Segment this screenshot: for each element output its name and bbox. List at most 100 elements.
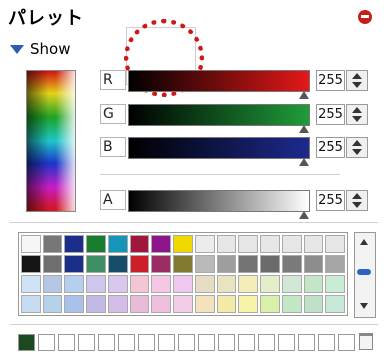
swatch-cell[interactable] [21,275,41,293]
swatch-cell[interactable] [86,255,106,273]
swatch-cell[interactable] [21,295,41,313]
swatch-cell[interactable] [216,235,237,253]
swatch-cell[interactable] [129,255,150,273]
swatch-cell[interactable] [194,235,215,253]
history-swatch[interactable] [118,334,135,351]
swatch-cell[interactable] [107,295,128,313]
swatch-cell[interactable] [216,295,237,313]
swatch-cell[interactable] [216,275,237,293]
swatch-cell[interactable] [173,255,193,273]
swatch-cell[interactable] [173,235,193,253]
swatch-cell[interactable] [42,275,63,293]
history-swatch[interactable] [78,334,95,351]
trash-icon[interactable] [359,333,373,350]
swatch-cell[interactable] [238,295,259,313]
color-spectrum[interactable] [26,70,76,212]
swatch-cell[interactable] [151,235,172,253]
history-swatch[interactable] [38,334,55,351]
swatch-cell[interactable] [42,235,63,253]
swatch-scrollbar[interactable] [354,232,376,318]
history-swatch[interactable] [258,334,275,351]
slider-thumb-a[interactable] [299,211,309,219]
swatch-cell[interactable] [303,255,324,273]
swatch-cell[interactable] [173,295,193,313]
history-swatch[interactable] [98,334,115,351]
history-swatch[interactable] [238,334,255,351]
swatch-cell[interactable] [86,295,106,313]
history-swatch[interactable] [158,334,175,351]
swatch-cell[interactable] [325,295,345,313]
swatch-cell[interactable] [303,295,324,313]
swatch-cell[interactable] [260,235,280,253]
swatch-cell[interactable] [129,275,150,293]
swatch-cell[interactable] [64,235,85,253]
history-swatch[interactable] [218,334,235,351]
swatch-cell[interactable] [64,295,85,313]
history-swatch[interactable] [318,334,335,351]
spinner-a[interactable] [346,190,368,211]
swatch-cell[interactable] [238,255,259,273]
history-swatch[interactable] [138,334,155,351]
swatch-cell[interactable] [129,235,150,253]
spinner-g[interactable] [346,104,368,125]
swatch-cell[interactable] [303,235,324,253]
swatch-cell[interactable] [238,275,259,293]
swatch-cell[interactable] [173,275,193,293]
scroll-thumb[interactable] [357,269,371,275]
swatch-cell[interactable] [281,255,302,273]
show-toggle[interactable]: Show [10,40,70,58]
spinner-r[interactable] [346,70,368,91]
swatch-cell[interactable] [281,275,302,293]
swatch-cell[interactable] [194,295,215,313]
slider-thumb-g[interactable] [299,125,309,133]
swatch-cell[interactable] [42,255,63,273]
swatch-cell[interactable] [194,275,215,293]
swatch-cell[interactable] [21,255,41,273]
swatch-cell[interactable] [260,275,280,293]
slider-r[interactable] [128,70,310,99]
swatch-cell[interactable] [216,255,237,273]
history-swatch[interactable] [18,334,35,351]
value-field-r[interactable]: 255 [316,70,345,91]
spinner-b[interactable] [346,137,368,158]
scroll-down-icon[interactable] [360,303,368,309]
swatch-cell[interactable] [86,275,106,293]
history-swatch[interactable] [198,334,215,351]
swatch-cell[interactable] [64,275,85,293]
close-icon[interactable] [358,10,372,24]
swatch-cell[interactable] [325,275,345,293]
swatch-cell[interactable] [107,255,128,273]
value-field-b[interactable]: 255 [316,137,345,158]
swatch-cell[interactable] [260,295,280,313]
slider-g[interactable] [128,104,310,133]
swatch-cell[interactable] [21,235,41,253]
swatch-cell[interactable] [281,235,302,253]
swatch-cell[interactable] [107,275,128,293]
swatch-cell[interactable] [151,255,172,273]
scroll-up-icon[interactable] [360,239,368,245]
swatch-cell[interactable] [151,295,172,313]
swatch-cell[interactable] [325,255,345,273]
slider-thumb-r[interactable] [299,91,309,99]
swatch-cell[interactable] [129,295,150,313]
swatch-cell[interactable] [194,255,215,273]
history-swatch[interactable] [178,334,195,351]
swatch-cell[interactable] [260,255,280,273]
value-field-a[interactable]: 255 [316,190,345,211]
swatch-cell[interactable] [151,275,172,293]
swatch-cell[interactable] [42,295,63,313]
swatch-cell[interactable] [86,235,106,253]
slider-thumb-b[interactable] [299,158,309,166]
swatch-cell[interactable] [281,295,302,313]
history-swatch[interactable] [58,334,75,351]
history-swatch[interactable] [338,334,355,351]
history-swatch[interactable] [278,334,295,351]
swatch-cell[interactable] [238,235,259,253]
slider-a[interactable] [128,190,310,219]
swatch-cell[interactable] [64,255,85,273]
swatch-cell[interactable] [107,235,128,253]
history-swatch[interactable] [298,334,315,351]
swatch-cell[interactable] [303,275,324,293]
value-field-g[interactable]: 255 [316,104,345,125]
swatch-cell[interactable] [325,235,345,253]
